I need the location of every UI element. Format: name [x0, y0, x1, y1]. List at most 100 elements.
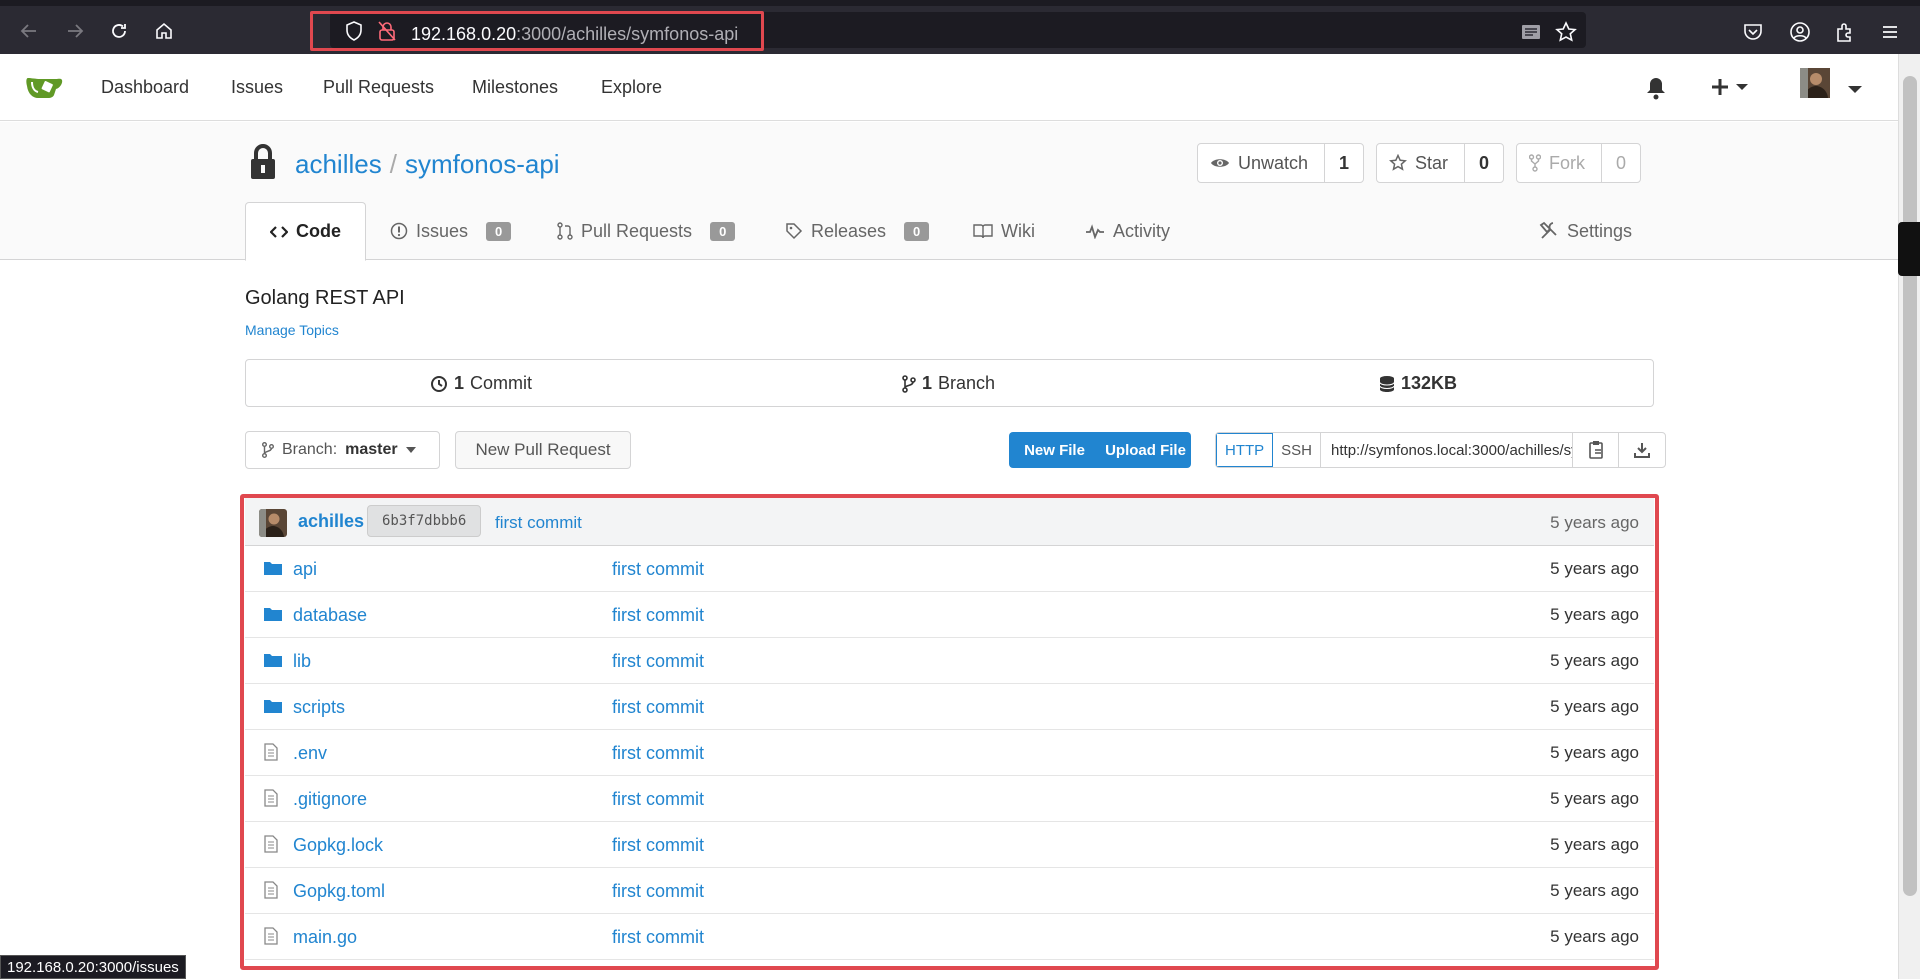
- issues-count-badge: 0: [486, 221, 512, 241]
- tools-icon: [1539, 221, 1557, 239]
- code-icon: [270, 225, 288, 238]
- tab-releases[interactable]: Releases 0: [785, 202, 930, 260]
- bookmark-star-icon[interactable]: [1553, 19, 1579, 45]
- commits-label: Commit: [470, 373, 533, 393]
- file-list-highlight-box: [240, 494, 1659, 970]
- commits-stat[interactable]: 1 Commit: [430, 373, 532, 394]
- ssh-button[interactable]: SSH: [1273, 433, 1322, 467]
- http-button[interactable]: HTTP: [1216, 433, 1274, 467]
- watch-count[interactable]: 1: [1325, 144, 1363, 182]
- title-separator: /: [389, 149, 397, 179]
- tab-releases-label: Releases: [811, 220, 887, 241]
- tab-pull-requests[interactable]: Pull Requests 0: [557, 202, 736, 260]
- pocket-icon[interactable]: [1740, 19, 1766, 45]
- repo-title: achilles / symfonos-api: [295, 149, 560, 180]
- star-count[interactable]: 0: [1465, 144, 1503, 182]
- repo-stats-bar: 1 Commit 1 Branch 132KB: [245, 359, 1654, 407]
- fork-label: Fork: [1549, 152, 1585, 173]
- plus-icon[interactable]: [1711, 76, 1751, 103]
- tab-settings[interactable]: Settings: [1539, 202, 1632, 260]
- insecure-lock-icon[interactable]: [376, 20, 398, 42]
- unwatch-button[interactable]: Unwatch: [1198, 144, 1326, 182]
- watch-button-group: Unwatch 1: [1197, 143, 1365, 183]
- tab-wiki[interactable]: Wiki: [973, 202, 1035, 260]
- nav-pull-requests[interactable]: Pull Requests: [323, 77, 434, 98]
- unwatch-label: Unwatch: [1238, 152, 1309, 173]
- new-file-button[interactable]: New File: [1009, 442, 1100, 459]
- database-icon: [1379, 375, 1395, 392]
- branches-stat[interactable]: 1 Branch: [902, 373, 995, 394]
- forward-icon[interactable]: [60, 16, 90, 46]
- user-avatar[interactable]: [1800, 68, 1830, 98]
- bell-icon[interactable]: [1645, 76, 1667, 105]
- pull-request-icon: [557, 222, 573, 240]
- star-button[interactable]: Star: [1377, 144, 1466, 182]
- reader-view-icon[interactable]: [1518, 19, 1544, 45]
- tab-settings-label: Settings: [1567, 220, 1633, 241]
- repo-owner-link[interactable]: achilles: [295, 149, 382, 179]
- clone-url-input[interactable]: http://symfonos.local:3000/achilles/symf…: [1321, 433, 1574, 467]
- star-button-group: Star 0: [1376, 143, 1505, 183]
- nav-milestones[interactable]: Milestones: [472, 77, 558, 98]
- download-icon[interactable]: [1619, 433, 1665, 467]
- tab-code[interactable]: Code: [245, 202, 366, 261]
- repo-name-link[interactable]: symfonos-api: [405, 149, 560, 179]
- tab-code-label: Code: [296, 221, 341, 241]
- browser-toolbar: 192.168.0.20:3000/achilles/symfonos-api: [0, 0, 1920, 54]
- tab-activity[interactable]: Activity: [1085, 202, 1170, 260]
- file-actions: New File Upload File: [1009, 432, 1191, 468]
- manage-topics-link[interactable]: Manage Topics: [245, 322, 339, 338]
- tag-icon: [786, 223, 803, 240]
- pull-requests-count-badge: 0: [710, 221, 736, 241]
- extensions-icon[interactable]: [1832, 19, 1858, 45]
- fork-count: 0: [1615, 152, 1626, 173]
- chevron-down-icon[interactable]: [1847, 82, 1863, 100]
- nav-explore[interactable]: Explore: [601, 77, 662, 98]
- tab-activity-label: Activity: [1113, 220, 1171, 241]
- history-icon: [431, 375, 447, 392]
- fork-icon: [1529, 154, 1541, 172]
- clone-panel: HTTP SSH http://symfonos.local:3000/achi…: [1215, 432, 1667, 468]
- scroll-grip-handle[interactable]: [1898, 222, 1920, 276]
- branch-name: master: [345, 441, 398, 458]
- branch-dropdown[interactable]: Branch: master: [245, 431, 440, 469]
- fork-button-group: Fork 0: [1516, 143, 1641, 183]
- shield-icon[interactable]: [343, 20, 365, 42]
- branch-icon: [902, 374, 916, 393]
- copy-clipboard-icon[interactable]: [1573, 433, 1620, 467]
- tab-issues[interactable]: Issues 0: [390, 202, 512, 260]
- account-icon[interactable]: [1787, 19, 1813, 45]
- branch-icon: [262, 442, 274, 458]
- nav-dashboard[interactable]: Dashboard: [101, 77, 189, 98]
- branches-label: Branch: [938, 373, 996, 393]
- repo-size: 132KB: [1401, 373, 1458, 393]
- tab-wiki-label: Wiki: [1001, 220, 1035, 241]
- gitea-logo-icon[interactable]: [26, 74, 64, 100]
- star-label: Star: [1415, 152, 1449, 173]
- star-icon: [1389, 154, 1407, 171]
- back-icon[interactable]: [14, 16, 44, 46]
- repo-description: Golang REST API: [245, 287, 405, 309]
- repo-header: achilles / symfonos-api Unwatch 1 Star 0 F…: [0, 122, 1898, 261]
- home-icon[interactable]: [149, 16, 179, 46]
- reload-icon[interactable]: [104, 16, 134, 46]
- dropdown-caret-icon: [405, 447, 416, 453]
- scrollbar-thumb[interactable]: [1903, 76, 1917, 896]
- url-text: 192.168.0.20:3000/achilles/symfonos-api: [411, 24, 739, 44]
- menu-hamburger-icon[interactable]: [1877, 19, 1903, 45]
- upload-file-button[interactable]: Upload File: [1100, 442, 1191, 459]
- pulse-icon: [1086, 224, 1104, 239]
- tab-issues-label: Issues: [416, 220, 469, 241]
- releases-count-badge: 0: [904, 221, 930, 241]
- fork-button[interactable]: Fork: [1517, 144, 1602, 182]
- new-pull-request-button[interactable]: New Pull Request: [455, 431, 631, 469]
- private-lock-icon: [251, 144, 275, 179]
- branches-count: 1: [922, 373, 933, 393]
- size-stat: 132KB: [1379, 373, 1457, 394]
- branch-prefix: Branch:: [282, 441, 338, 458]
- eye-icon: [1211, 159, 1229, 167]
- site-header: Dashboard Issues Pull Requests Milestone…: [0, 54, 1898, 121]
- nav-issues[interactable]: Issues: [231, 77, 283, 98]
- commits-count: 1: [454, 373, 465, 393]
- page-scrollbar[interactable]: [1898, 54, 1920, 979]
